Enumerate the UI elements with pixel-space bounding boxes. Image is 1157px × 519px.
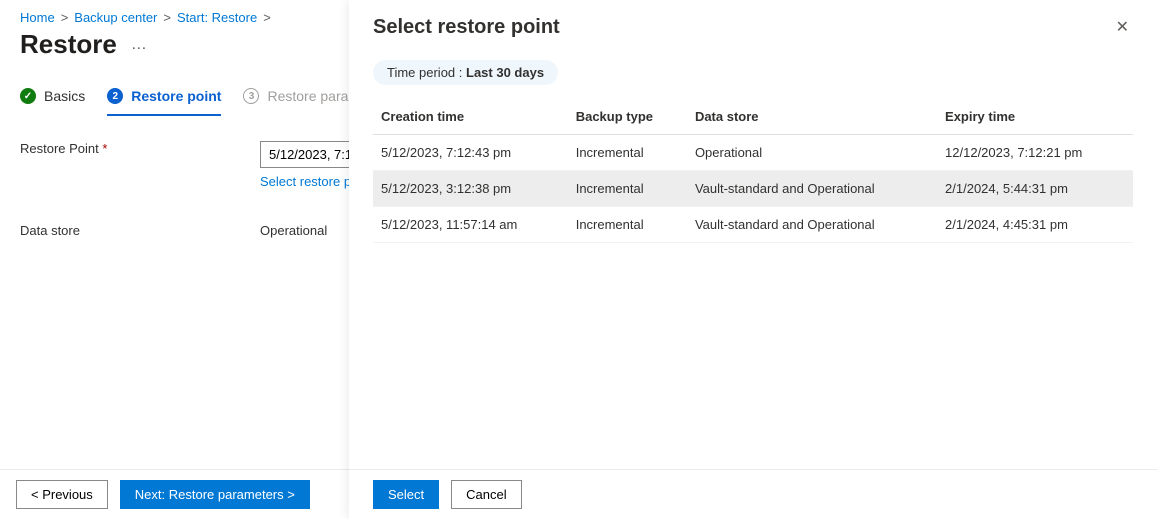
col-expiry-time[interactable]: Expiry time [937,99,1133,135]
step-number-icon: 2 [107,88,123,104]
step-basics[interactable]: ✓ Basics [20,88,85,116]
step-label: Restore point [131,88,221,104]
breadcrumb-backup-center[interactable]: Backup center [74,10,157,25]
select-button[interactable]: Select [373,480,439,509]
cell-expiry: 2/1/2024, 4:45:31 pm [937,207,1133,243]
step-label: Basics [44,88,85,104]
wizard-footer: < Previous Next: Restore parameters > [0,469,350,519]
col-creation-time[interactable]: Creation time [373,99,568,135]
select-restore-point-panel: Select restore point ✕ Time period : Las… [349,0,1157,519]
cell-type: Incremental [568,207,687,243]
check-icon: ✓ [20,88,36,104]
step-restore-point[interactable]: 2 Restore point [107,88,221,116]
chevron-right-icon: > [163,10,171,25]
chevron-right-icon: > [263,10,271,25]
step-number-icon: 3 [243,88,259,104]
cell-expiry: 2/1/2024, 5:44:31 pm [937,171,1133,207]
time-period-pill[interactable]: Time period : Last 30 days [373,60,558,85]
table-row[interactable]: 5/12/2023, 7:12:43 pmIncrementalOperatio… [373,135,1133,171]
cell-creation: 5/12/2023, 7:12:43 pm [373,135,568,171]
cancel-button[interactable]: Cancel [451,480,521,509]
chevron-right-icon: > [61,10,69,25]
pill-value: Last 30 days [466,65,544,80]
breadcrumb-home[interactable]: Home [20,10,55,25]
cell-store: Vault-standard and Operational [687,207,937,243]
col-backup-type[interactable]: Backup type [568,99,687,135]
flyout-title: Select restore point [373,16,560,39]
page-title: Restore [20,29,117,60]
data-store-label: Data store [20,223,230,238]
cell-creation: 5/12/2023, 11:57:14 am [373,207,568,243]
cell-type: Incremental [568,171,687,207]
cell-store: Vault-standard and Operational [687,171,937,207]
previous-button[interactable]: < Previous [16,480,108,509]
table-row[interactable]: 5/12/2023, 11:57:14 amIncrementalVault-s… [373,207,1133,243]
required-asterisk: * [102,141,107,156]
cell-type: Incremental [568,135,687,171]
cell-expiry: 12/12/2023, 7:12:21 pm [937,135,1133,171]
cell-creation: 5/12/2023, 3:12:38 pm [373,171,568,207]
restore-points-table: Creation time Backup type Data store Exp… [373,99,1133,243]
breadcrumb-start-restore[interactable]: Start: Restore [177,10,257,25]
col-data-store[interactable]: Data store [687,99,937,135]
table-row[interactable]: 5/12/2023, 3:12:38 pmIncrementalVault-st… [373,171,1133,207]
next-button[interactable]: Next: Restore parameters > [120,480,310,509]
more-actions-icon[interactable]: … [131,36,148,54]
pill-prefix: Time period : [387,65,466,80]
cell-store: Operational [687,135,937,171]
close-icon[interactable]: ✕ [1112,16,1133,40]
restore-point-label: Restore Point * [20,141,230,156]
